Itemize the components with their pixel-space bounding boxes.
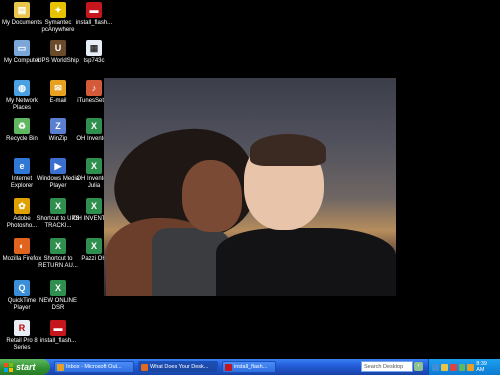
install-flash-2-icon[interactable]: ▬ install_flash... — [36, 320, 80, 345]
quicktime-icon: Q — [14, 280, 30, 296]
excel-icon: X — [50, 280, 66, 296]
media-player-icon: ▶ — [50, 158, 66, 174]
photo-man-body — [216, 228, 396, 296]
photo-man-hair — [250, 134, 326, 166]
antivirus-icon[interactable] — [467, 363, 475, 371]
ups-icon: U — [50, 40, 66, 56]
desktop: ▤ My Documents ✦ Symantec pcAnywhere ▬ i… — [0, 0, 500, 359]
new-online-dsr-icon[interactable]: X NEW ONLINE DSR — [36, 280, 80, 312]
firefox-icon — [141, 363, 148, 371]
excel-icon: X — [50, 198, 66, 214]
excel-icon: X — [86, 158, 102, 174]
photoshop-icon: ✿ — [14, 198, 30, 214]
messenger-icon[interactable] — [458, 363, 466, 371]
task-inbox-outlook[interactable]: Inbox - Microsoft Out... — [54, 361, 134, 373]
computer-icon: ▭ — [14, 40, 30, 56]
excel-icon: X — [86, 118, 102, 134]
start-label: start — [16, 362, 36, 372]
install-flash-icon[interactable]: ▬ install_flash... — [72, 2, 116, 27]
network-icon[interactable] — [432, 363, 439, 371]
retail-pro-app-icon: R — [14, 320, 30, 336]
speaker-icon[interactable] — [440, 363, 448, 371]
start-button[interactable]: start — [0, 359, 50, 375]
installer-icon: ▬ — [50, 320, 66, 336]
windows-flag-icon — [4, 362, 13, 372]
tsp743c-icon[interactable]: ▦ tsp743c — [72, 40, 116, 65]
pcanywhere-icon: ✦ — [50, 2, 66, 18]
itunes-icon: ♪ — [86, 80, 102, 96]
security-icon[interactable] — [449, 363, 457, 371]
excel-icon: X — [86, 238, 102, 254]
search-go-icon[interactable]: › — [414, 362, 423, 371]
zip-icon: Z — [50, 118, 66, 134]
desktop-wallpaper-photo — [104, 78, 396, 296]
search-desktop-input[interactable]: Search Desktop — [361, 361, 413, 372]
network-icon: ◍ — [14, 80, 30, 96]
taskbar: start Inbox - Microsoft Out... What Does… — [0, 359, 500, 375]
mail-icon: ✉ — [50, 80, 66, 96]
firefox-icon: ◐ — [14, 238, 30, 254]
printer-icon: ▦ — [86, 40, 102, 56]
excel-icon: X — [50, 238, 66, 254]
recycle-icon: ♻ — [14, 118, 30, 134]
system-tray: 8:39 AM — [428, 359, 500, 375]
folder-icon: ▤ — [14, 2, 30, 18]
ie-icon: e — [14, 158, 30, 174]
installer-icon: ▬ — [86, 2, 102, 18]
task-what-does-your-desk[interactable]: What Does Your Desk... — [138, 361, 218, 373]
task-install-flash[interactable]: install_flash... — [222, 361, 276, 373]
outlook-icon — [57, 363, 64, 371]
installer-icon — [225, 363, 232, 371]
excel-icon: X — [86, 198, 102, 214]
photo-woman-face — [182, 160, 242, 232]
clock[interactable]: 8:39 AM — [476, 361, 496, 373]
